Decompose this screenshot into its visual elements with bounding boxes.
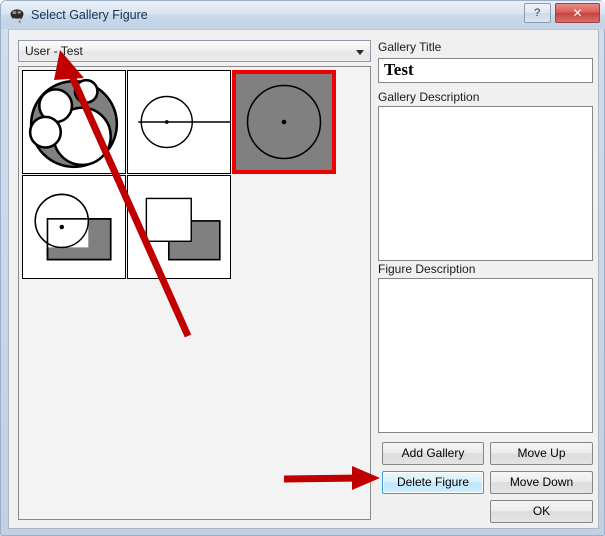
gallery-selector-dropdown[interactable]: User - Test (18, 40, 371, 62)
figure-thumbnail-apollonian-circles[interactable] (22, 70, 126, 174)
figure-thumbnail-two-rectangles[interactable] (127, 175, 231, 279)
caption-buttons: ? ✕ (523, 3, 600, 24)
figure-thumbnail-circle-and-rectangle[interactable] (22, 175, 126, 279)
gallery-title-label: Gallery Title (378, 40, 442, 54)
select-gallery-figure-window: s Select Gallery Figure ? ✕ User - Test (0, 0, 605, 536)
gallery-title-input[interactable]: Test (378, 58, 593, 83)
two-rectangles-graphic (145, 197, 221, 261)
circle-with-line-graphic (138, 95, 230, 149)
figure-thumbnail-circle-with-diameter-line[interactable] (127, 70, 231, 174)
details-panel: Gallery Title Test Gallery Description F… (378, 36, 593, 526)
figure-description-label: Figure Description (378, 262, 476, 276)
chevron-down-icon (356, 50, 364, 55)
figure-description-input[interactable] (378, 278, 593, 433)
title-bar: s Select Gallery Figure ? ✕ (1, 1, 605, 29)
gallery-title-value: Test (384, 60, 414, 79)
figure-thumbnail-filled-circle[interactable] (232, 70, 336, 174)
move-up-button[interactable]: Move Up (490, 442, 593, 465)
ok-button[interactable]: OK (490, 500, 593, 523)
delete-figure-button[interactable]: Delete Figure (382, 471, 484, 494)
dialog-client-area: User - Test Gallery Title Test Gallery D… (8, 29, 599, 529)
gallery-selector-value: User - Test (25, 44, 83, 58)
add-gallery-button[interactable]: Add Gallery (382, 442, 484, 465)
close-button[interactable]: ✕ (555, 3, 600, 23)
svg-text:s: s (19, 19, 22, 24)
figure-thumbnail-panel[interactable] (18, 66, 371, 520)
gallery-description-label: Gallery Description (378, 90, 480, 104)
circle-and-rectangle-graphic (34, 193, 112, 261)
apollonian-circles-graphic (28, 78, 119, 169)
help-button[interactable]: ? (523, 3, 551, 23)
gallery-app-icon: s (9, 7, 26, 25)
gallery-description-input[interactable] (378, 106, 593, 261)
filled-circle-graphic (236, 74, 332, 170)
window-title: Select Gallery Figure (31, 8, 148, 22)
move-down-button[interactable]: Move Down (490, 471, 593, 494)
